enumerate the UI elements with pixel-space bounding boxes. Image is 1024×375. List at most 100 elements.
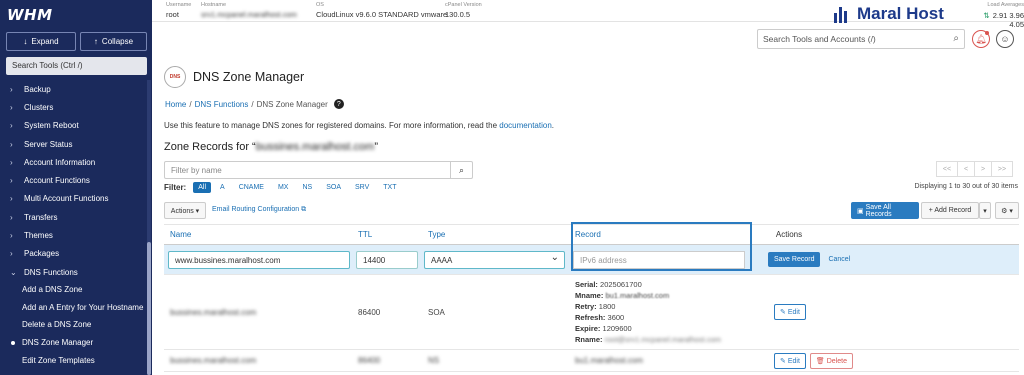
table-row-soa: bussines.maralhost.com 86400 SOA Serial:… (164, 274, 1019, 350)
sidebar-item-label: System Reboot (24, 121, 79, 131)
filter-type-txt[interactable]: TXT (378, 182, 401, 193)
record-name-input[interactable]: www.bussines.maralhost.com (168, 250, 350, 269)
record-type-select[interactable]: AAAA (424, 250, 565, 269)
filter-type-mx[interactable]: MX (273, 182, 294, 193)
sidebar-item-system-reboot[interactable]: › System Reboot (0, 117, 146, 135)
edit-ns-button[interactable]: ✎ Edit (774, 352, 806, 369)
rname-value: root@srv1.mcpanel.maralhost.com (604, 335, 722, 344)
breadcrumb-home[interactable]: Home (165, 100, 186, 109)
table-header-row: Name TTL Type Record Actions (164, 224, 1019, 245)
filter-type-soa[interactable]: SOA (321, 182, 346, 193)
delete-ns-button[interactable]: 🗑︎ Delete (809, 352, 853, 369)
filter-type-a[interactable]: A (215, 182, 230, 193)
pagination: << < > >> (936, 161, 1013, 177)
collapse-label: Collapse (101, 37, 134, 46)
dns-zone-manager-icon: DNS (164, 66, 186, 88)
ns-name: bussines.maralhost.com (164, 349, 352, 372)
zone-title-suffix: ” (374, 141, 378, 153)
filter-type-srv[interactable]: SRV (350, 182, 374, 193)
brand-mark-icon (834, 5, 854, 23)
filter-search-button[interactable]: ⌕ (451, 161, 473, 179)
sidebar-subitem-add-dns-zone[interactable]: Add a DNS Zone (0, 281, 146, 299)
last-page-button[interactable]: >> (991, 161, 1013, 177)
expand-label: Expand (31, 37, 59, 46)
arrow-down-icon: ↓ (23, 37, 28, 46)
filter-types: Filter: All A CNAME MX NS SOA SRV TXT (164, 182, 406, 193)
chevron-right-icon: › (10, 84, 13, 94)
next-page-button[interactable]: > (974, 161, 992, 177)
notifications-bell-icon[interactable]: 🔔︎ (972, 30, 990, 48)
sidebar-item-label: Account Information (24, 157, 96, 167)
add-record-caret-button[interactable]: ▾ (979, 202, 991, 219)
actions-dropdown-button[interactable]: Actions ▾ (164, 202, 206, 219)
sidebar-item-themes[interactable]: › Themes (0, 226, 146, 244)
documentation-link[interactable]: documentation (499, 121, 551, 130)
pencil-icon: ✎ (780, 309, 786, 316)
hostname-value: srv1.mcpanel.maralhost.com (201, 10, 297, 19)
settings-gear-button[interactable]: ⚙ ▾ (995, 202, 1019, 219)
sidebar-item-label: Backup (24, 84, 51, 94)
edit-soa-button[interactable]: ✎ Edit (774, 304, 806, 320)
trend-icon: ⇅ (983, 11, 990, 20)
sidebar-subitem-edit-zone-templates[interactable]: Edit Zone Templates (0, 352, 146, 370)
first-page-button[interactable]: << (936, 161, 958, 177)
delete-label: Delete (826, 357, 847, 365)
soa-name: bussines.maralhost.com (164, 274, 352, 350)
chevron-right-icon: › (10, 176, 13, 186)
zone-domain: bussines.maralhost.com (255, 141, 375, 153)
cancel-link[interactable]: Cancel (828, 256, 850, 263)
sidebar-subitem-delete-dns-zone[interactable]: Delete a DNS Zone (0, 316, 146, 334)
sidebar-item-account-functions[interactable]: › Account Functions (0, 171, 146, 189)
sidebar-item-dns-functions[interactable]: ⌄ DNS Functions (0, 263, 146, 281)
brand-logo: Maral Host (834, 4, 944, 24)
chevron-right-icon: › (10, 121, 13, 131)
collapse-button[interactable]: ↑ Collapse (80, 32, 147, 51)
breadcrumb-dns-functions[interactable]: DNS Functions (195, 100, 249, 109)
prev-page-button[interactable]: < (957, 161, 975, 177)
notification-dot (985, 31, 989, 35)
scrollbar-thumb[interactable] (147, 242, 151, 375)
sidebar-subitem-dns-zone-manager[interactable]: DNS Zone Manager (0, 334, 146, 352)
column-header-ttl[interactable]: TTL (352, 224, 422, 245)
save-all-records-button[interactable]: ▣ Save All Records (851, 202, 919, 219)
sidebar-scrollbar[interactable] (147, 80, 151, 375)
sidebar-item-account-information[interactable]: › Account Information (0, 153, 146, 171)
external-link-icon: ⧉ (301, 206, 307, 213)
search-icon: ⌕ (953, 33, 959, 44)
filter-by-name-input[interactable]: Filter by name (164, 161, 451, 179)
sidebar-item-transfers[interactable]: › Transfers (0, 208, 146, 226)
filter-type-ns[interactable]: NS (297, 182, 317, 193)
save-record-button[interactable]: Save Record (768, 252, 821, 267)
sidebar-item-server-status[interactable]: › Server Status (0, 135, 146, 153)
sidebar-item-label: Clusters (24, 102, 54, 112)
filter-type-cname[interactable]: CNAME (234, 182, 269, 193)
load-values: 2.91 3.96 4.05 (992, 11, 1024, 29)
sidebar-item-backup[interactable]: › Backup (0, 80, 146, 98)
expire-value: 1209600 (602, 324, 632, 333)
chevron-right-icon: › (10, 194, 13, 204)
user-account-icon[interactable]: ☺ (996, 30, 1014, 48)
help-icon[interactable]: ? (333, 99, 344, 109)
refresh-label: Refresh: (575, 313, 606, 322)
hostname-info: Hostname srv1.mcpanel.maralhost.com (201, 2, 297, 19)
zone-records-title: Zone Records for “bussines.maralhost.com… (164, 141, 378, 153)
email-routing-link[interactable]: Email Routing Configuration ⧉ (212, 206, 306, 214)
sidebar-item-clusters[interactable]: › Clusters (0, 98, 146, 116)
sidebar-subitem-add-a-entry[interactable]: Add an A Entry for Your Hostname (0, 300, 146, 316)
expand-button[interactable]: ↓ Expand (6, 32, 76, 51)
record-value-input[interactable]: IPv6 address (573, 250, 745, 269)
record-ttl-input[interactable]: 14400 (356, 250, 418, 269)
sidebar-item-multi-account-functions[interactable]: › Multi Account Functions (0, 190, 146, 208)
mname-value: bu1.maralhost.com (605, 291, 670, 300)
table-row-editing: www.bussines.maralhost.com 14400 AAAA IP… (164, 244, 1019, 275)
column-header-name[interactable]: Name (164, 224, 352, 245)
column-header-type[interactable]: Type (422, 224, 569, 245)
global-search-input[interactable]: Search Tools and Accounts (/) ⌕ (757, 29, 965, 49)
sidebar-search-input[interactable]: Search Tools (Ctrl /) (6, 57, 147, 75)
retry-label: Retry: (575, 302, 597, 311)
filter-type-all[interactable]: All (193, 182, 212, 193)
sidebar-item-packages[interactable]: › Packages (0, 245, 146, 263)
ns-record: bu1.maralhost.com (569, 349, 750, 372)
displaying-count: Displaying 1 to 30 out of 30 items (914, 183, 1018, 190)
add-record-button[interactable]: + Add Record (921, 202, 979, 219)
